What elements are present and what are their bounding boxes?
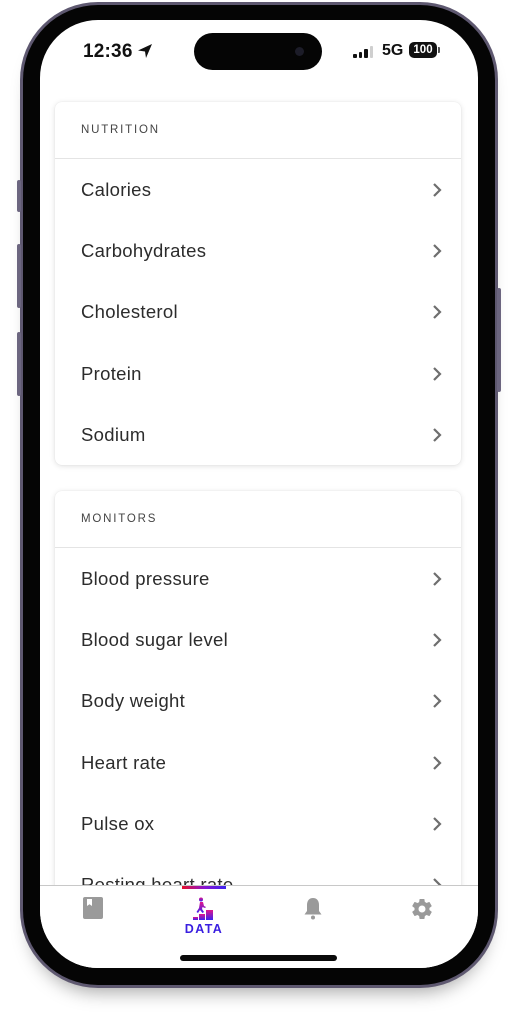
data-chart-icon [193,897,213,920]
screen: 12:36 5G 100 NUTRITION Calories Carbohyd… [40,20,478,968]
action-button [17,180,21,212]
list-item-body-weight[interactable]: Body weight [55,671,461,732]
monitors-card: MONITORS Blood pressure Blood sugar leve… [55,491,461,885]
location-arrow-icon [138,44,152,58]
chevron-right-icon [433,878,442,885]
tab-bar: DATA [40,885,478,968]
chevron-right-icon [433,366,442,381]
scroll-content[interactable]: NUTRITION Calories Carbohydrates Cholest… [40,84,478,885]
list-item-label: Calories [81,178,152,200]
volume-up-button [17,244,21,308]
list-item-cholesterol[interactable]: Cholesterol [55,282,461,343]
power-button [497,288,501,392]
home-indicator[interactable] [180,955,337,961]
chevron-right-icon [433,305,442,320]
battery-icon: 100 [409,42,437,58]
list-item-pulse-ox[interactable]: Pulse ox [55,793,461,854]
volume-down-button [17,332,21,396]
list-item-blood-pressure[interactable]: Blood pressure [55,548,461,609]
list-item-blood-sugar-level[interactable]: Blood sugar level [55,609,461,670]
list-item-label: Heart rate [81,751,167,773]
battery-tip [438,47,440,53]
chevron-right-icon [433,633,442,647]
chevron-right-icon [433,428,442,442]
tab-label: DATA [184,922,224,936]
list-item-label: Blood pressure [81,567,210,589]
list-item-label: Sodium [81,423,146,445]
cellular-signal-icon [353,46,373,58]
chevron-right-icon [433,755,442,770]
chevron-right-icon [433,571,442,586]
network-type: 5G [382,42,404,59]
list-item-sodium[interactable]: Sodium [55,404,461,465]
tab-data[interactable]: DATA [149,886,259,946]
journal-icon [83,897,103,919]
camera-icon [295,47,304,56]
tab-journal[interactable] [40,886,148,946]
list-item-label: Pulse ox [81,812,155,834]
section-title: NUTRITION [81,124,160,136]
list-item-label: Cholesterol [81,301,178,323]
nutrition-card: NUTRITION Calories Carbohydrates Cholest… [55,102,461,466]
status-bar: 12:36 5G 100 [40,20,478,84]
list-item-label: Body weight [81,690,186,712]
chevron-right-icon [433,244,442,258]
section-header: MONITORS [55,491,461,548]
list-item-label: Resting heart rate [81,874,234,885]
gear-icon [412,899,432,920]
bell-icon [304,898,322,920]
section-header: NUTRITION [55,102,461,159]
dynamic-island [194,33,322,70]
chevron-right-icon [433,694,442,709]
chevron-right-icon [433,817,442,831]
tab-settings[interactable] [367,886,477,946]
list-item-carbohydrates[interactable]: Carbohydrates [55,220,461,281]
chevron-right-icon [433,182,442,197]
list-item-resting-heart-rate[interactable]: Resting heart rate [55,854,461,885]
list-item-protein[interactable]: Protein [55,343,461,404]
list-item-label: Blood sugar level [81,628,229,650]
list-item-heart-rate[interactable]: Heart rate [55,732,461,793]
section-title: MONITORS [81,513,158,525]
status-time: 12:36 [83,41,133,62]
tab-notifications[interactable] [258,886,368,946]
list-item-label: Protein [81,362,142,384]
list-item-label: Carbohydrates [81,239,207,261]
list-item-calories[interactable]: Calories [55,159,461,220]
